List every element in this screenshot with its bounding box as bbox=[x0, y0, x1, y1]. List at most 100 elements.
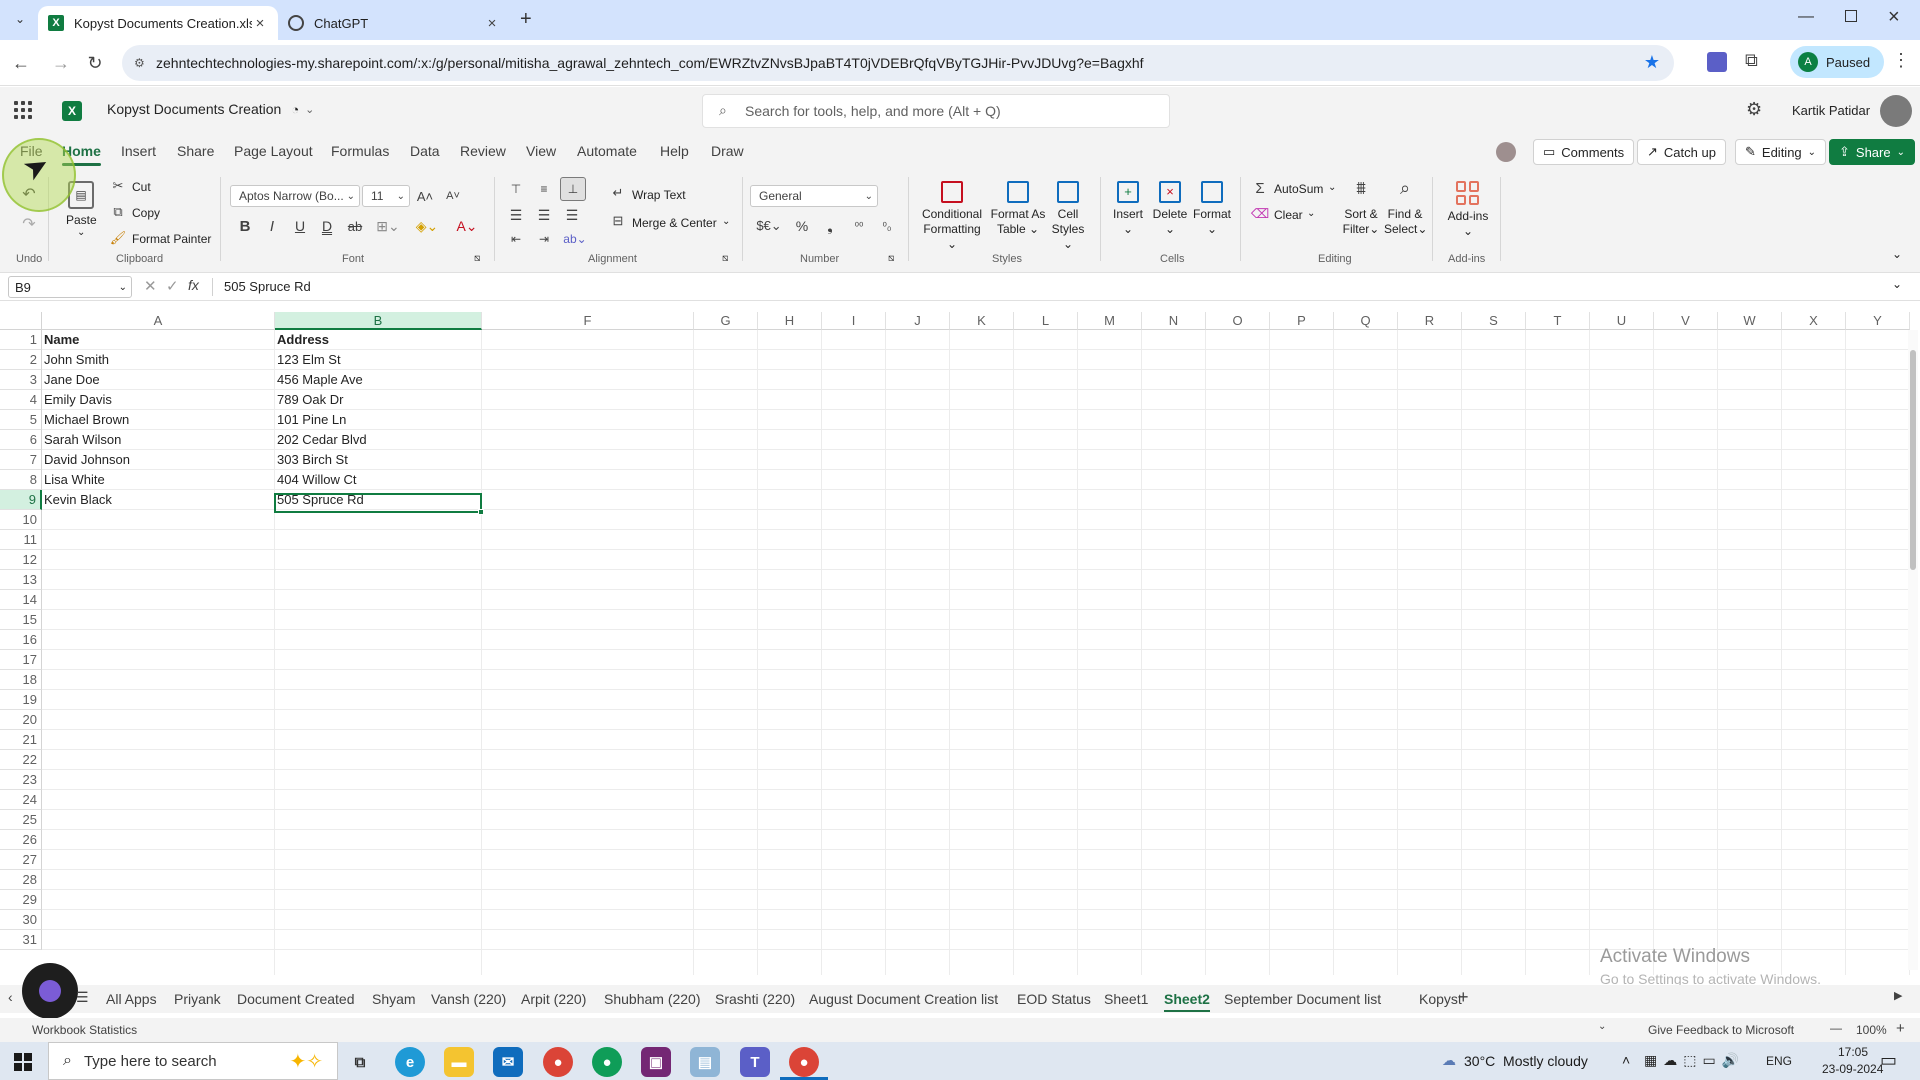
row-header[interactable]: 11 bbox=[0, 530, 42, 550]
row-header[interactable]: 18 bbox=[0, 670, 42, 690]
table-cell[interactable]: David Johnson bbox=[42, 450, 275, 470]
windows-start-icon[interactable] bbox=[14, 1053, 32, 1071]
redo-icon[interactable]: ↷ bbox=[18, 213, 40, 235]
tab-review[interactable]: Review bbox=[460, 143, 506, 159]
mail-icon[interactable]: ✉ bbox=[493, 1047, 523, 1077]
scrollbar-thumb[interactable] bbox=[1910, 350, 1916, 570]
decrease-decimal-icon[interactable]: ⁰₀ bbox=[876, 215, 898, 237]
row-header[interactable]: 4 bbox=[0, 390, 42, 410]
column-header[interactable]: W bbox=[1718, 312, 1782, 330]
column-header[interactable]: T bbox=[1526, 312, 1590, 330]
font-dialog-launcher-icon[interactable]: ⧅ bbox=[474, 253, 480, 264]
sheet-tab[interactable]: Shyam bbox=[372, 991, 416, 1007]
spreadsheet-grid[interactable]: ABFGHIJKLMNOPQRSTUVWXY 1 2 3 4 5 6 7 8 9 10 11 12 13… bbox=[0, 312, 1920, 975]
row-header[interactable]: 25 bbox=[0, 810, 42, 830]
forward-icon[interactable]: → bbox=[50, 52, 72, 74]
italic-icon[interactable]: I bbox=[263, 215, 281, 237]
language-indicator[interactable]: ENG bbox=[1766, 1054, 1792, 1068]
row-header[interactable]: 12 bbox=[0, 550, 42, 570]
share-button[interactable]: ⇪ Share ⌄ bbox=[1829, 139, 1915, 165]
row-header[interactable]: 20 bbox=[0, 710, 42, 730]
close-tab-icon[interactable]: × bbox=[252, 15, 268, 32]
sheet-tab[interactable]: August Document Creation list bbox=[809, 991, 998, 1007]
underline-icon[interactable]: U bbox=[291, 215, 309, 237]
row-header[interactable]: 13 bbox=[0, 570, 42, 590]
sheet-tab[interactable]: September Document list bbox=[1224, 991, 1381, 1007]
browser-menu-icon[interactable]: ⋮ bbox=[1892, 50, 1910, 71]
row-header[interactable]: 1 bbox=[0, 330, 42, 350]
tab-list-dropdown-icon[interactable]: ⌄ bbox=[10, 12, 30, 28]
format-as-table-button[interactable]: Format As Table ⌄ bbox=[990, 181, 1046, 237]
decrease-indent-icon[interactable]: ⇤ bbox=[505, 229, 527, 249]
alignment-dialog-launcher-icon[interactable]: ⧅ bbox=[722, 253, 728, 264]
scroll-right-icon[interactable]: ▶ bbox=[1894, 989, 1902, 1002]
sheet-tab[interactable]: Priyank bbox=[174, 991, 221, 1007]
row-header[interactable]: 28 bbox=[0, 870, 42, 890]
align-right-icon[interactable]: ☰ bbox=[561, 205, 583, 225]
tray-icons[interactable]: ▦☁⬚▭🔊 bbox=[1644, 1052, 1745, 1069]
column-header[interactable]: Q bbox=[1334, 312, 1398, 330]
formula-input[interactable]: 505 Spruce Rd bbox=[224, 279, 311, 294]
comma-style-icon[interactable]: ❟ bbox=[820, 215, 840, 237]
user-avatar[interactable] bbox=[1880, 95, 1912, 127]
taskbar-search-box[interactable]: ⌕ Type here to search ✦✧ bbox=[48, 1042, 338, 1080]
row-header[interactable]: 26 bbox=[0, 830, 42, 850]
find-select-button[interactable]: ⌕ Find & Select⌄ bbox=[1384, 179, 1427, 237]
row-header[interactable]: 29 bbox=[0, 890, 42, 910]
sheet-tab[interactable]: Shubham (220) bbox=[604, 991, 701, 1007]
column-header[interactable]: I bbox=[822, 312, 886, 330]
percent-icon[interactable]: % bbox=[792, 215, 812, 237]
column-header[interactable]: X bbox=[1782, 312, 1846, 330]
add-sheet-icon[interactable]: + bbox=[1458, 987, 1469, 1008]
header-cell[interactable]: Address bbox=[275, 330, 482, 350]
table-cell[interactable]: Sarah Wilson bbox=[42, 430, 275, 450]
workbook-statistics[interactable]: Workbook Statistics bbox=[32, 1023, 137, 1037]
name-box[interactable]: B9 ⌄ bbox=[8, 276, 132, 298]
font-size-select[interactable]: 11 ⌄ bbox=[362, 185, 410, 207]
table-cell[interactable]: 789 Oak Dr bbox=[275, 390, 482, 410]
user-name[interactable]: Kartik Patidar bbox=[1792, 103, 1870, 118]
table-cell[interactable]: Kevin Black bbox=[42, 490, 275, 510]
clock-date[interactable]: 23-09-2024 bbox=[1822, 1062, 1883, 1076]
row-header[interactable]: 8 bbox=[0, 470, 42, 490]
column-header[interactable]: A bbox=[42, 312, 275, 330]
sheet-tab[interactable]: Sheet1 bbox=[1104, 991, 1148, 1007]
minimize-window-icon[interactable]: — bbox=[1798, 8, 1814, 26]
task-view-icon[interactable]: ⧉ bbox=[345, 1047, 375, 1077]
catch-up-button[interactable]: ↗ Catch up bbox=[1637, 139, 1726, 165]
delete-cells-button[interactable]: × Delete ⌄ bbox=[1150, 181, 1190, 237]
chrome-active-icon[interactable]: ● bbox=[789, 1047, 819, 1077]
column-header[interactable]: V bbox=[1654, 312, 1718, 330]
app-launcher-icon[interactable] bbox=[14, 101, 32, 119]
row-header[interactable]: 21 bbox=[0, 730, 42, 750]
restore-window-icon[interactable] bbox=[1845, 10, 1857, 22]
row-header[interactable]: 24 bbox=[0, 790, 42, 810]
row-header[interactable]: 9 bbox=[0, 490, 42, 510]
increase-indent-icon[interactable]: ⇥ bbox=[533, 229, 555, 249]
column-header[interactable]: F bbox=[482, 312, 694, 330]
browser-tab-excel[interactable]: X Kopyst Documents Creation.xlsx × bbox=[38, 6, 278, 40]
settings-gear-icon[interactable]: ⚙ bbox=[1746, 99, 1762, 120]
row-header[interactable]: 16 bbox=[0, 630, 42, 650]
sheet-tab[interactable]: Vansh (220) bbox=[431, 991, 506, 1007]
row-header[interactable]: 2 bbox=[0, 350, 42, 370]
document-title[interactable]: Kopyst Documents Creation ◔ ⌄ bbox=[107, 101, 314, 117]
table-cell[interactable]: Lisa White bbox=[42, 470, 275, 490]
tab-data[interactable]: Data bbox=[410, 143, 440, 159]
collapse-ribbon-icon[interactable]: ⌄ bbox=[1892, 247, 1902, 261]
table-cell[interactable]: Jane Doe bbox=[42, 370, 275, 390]
comments-button[interactable]: ▭ Comments bbox=[1533, 139, 1635, 165]
header-cell[interactable]: Name bbox=[42, 330, 275, 350]
copy-button[interactable]: Copy bbox=[132, 206, 160, 220]
column-header[interactable]: P bbox=[1270, 312, 1334, 330]
row-header[interactable]: 17 bbox=[0, 650, 42, 670]
sheet-tab[interactable]: Kopyst bbox=[1419, 991, 1462, 1007]
tab-formulas[interactable]: Formulas bbox=[331, 143, 389, 159]
align-left-icon[interactable]: ☰ bbox=[505, 205, 527, 225]
tab-view[interactable]: View bbox=[526, 143, 556, 159]
profile-button[interactable]: A Paused bbox=[1790, 46, 1884, 78]
fill-color-icon[interactable]: ◈⌄ bbox=[412, 215, 442, 237]
close-window-icon[interactable]: × bbox=[1888, 6, 1900, 29]
align-middle-icon[interactable]: ≡ bbox=[533, 179, 555, 199]
recording-button[interactable] bbox=[22, 963, 78, 1019]
